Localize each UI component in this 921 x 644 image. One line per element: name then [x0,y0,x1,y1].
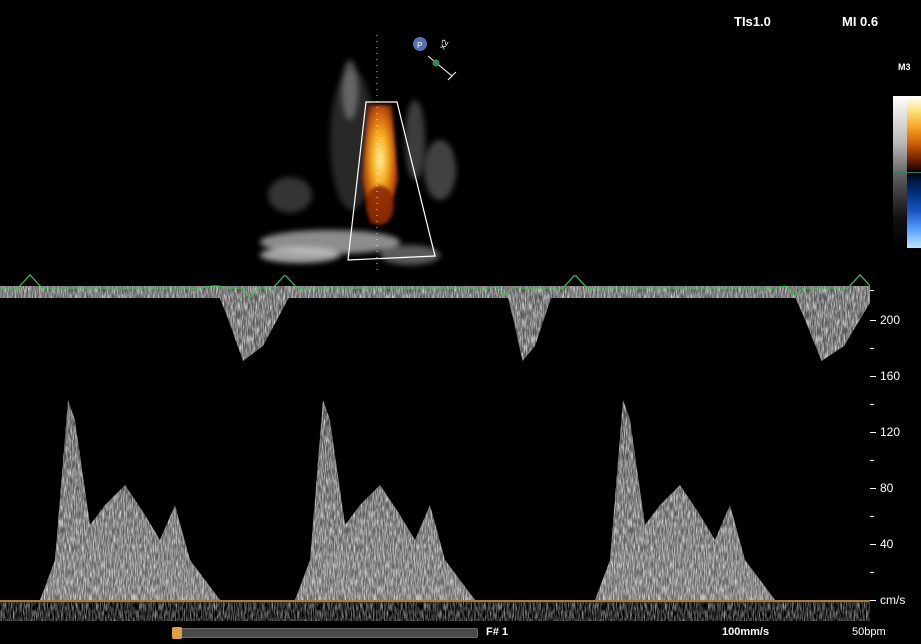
velocity-tick-5: 40 [870,537,893,551]
cine-scroll-bar[interactable] [172,628,478,638]
probe-marker-text: P [417,41,422,50]
gate-marker-icon [432,59,440,67]
colormap-baseline-marker [893,172,921,173]
velocity-tick-2: 160 [870,369,900,383]
ecg-trace [0,273,870,298]
velocity-minor-tick [870,516,874,517]
colormap-label: M3 [898,62,911,72]
zoom-label: x2 [437,38,450,51]
spectral-doppler-display [0,286,870,621]
velocity-tick-1: 200 [870,313,900,327]
doppler-baseline [0,600,870,602]
velocity-tick-3: 120 [870,425,900,439]
velocity-minor-tick [870,290,874,291]
cine-scroll-handle[interactable] [172,627,182,639]
mi-readout: MI 0.6 [842,14,879,29]
velocity-tick-4: 80 [870,481,893,495]
velocity-minor-tick [870,404,874,405]
velocity-minor-tick [870,460,874,461]
velocity-minor-tick [870,348,874,349]
velocity-minor-tick [870,572,874,573]
heart-rate: 50bpm [852,626,886,638]
frame-number: F# 1 [486,626,509,638]
sweep-speed: 100mm/s [722,626,770,638]
tis-readout: TIs1.0 [734,14,771,29]
echo-sector-image: P x2 [260,35,457,270]
velocity-tick-6: cm/s [870,593,905,607]
